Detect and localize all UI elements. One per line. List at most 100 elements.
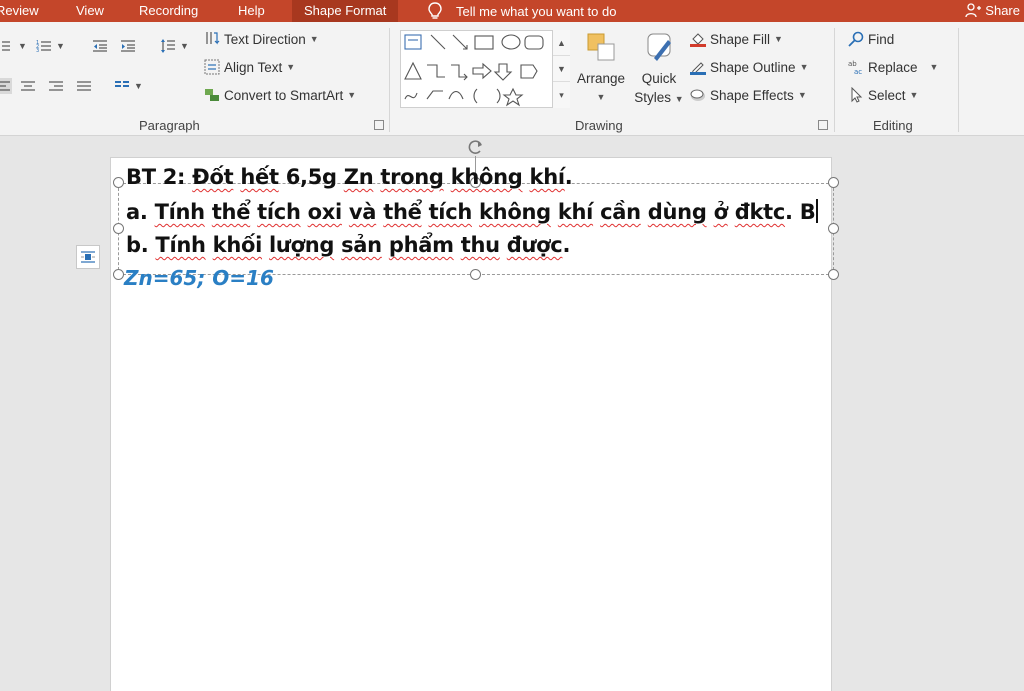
resize-handle-top-left[interactable] <box>113 177 124 188</box>
tell-me-search[interactable]: Tell me what you want to do <box>428 0 616 22</box>
slide-text-line-2[interactable]: a. Tính thể tích oxi và thể tích không k… <box>126 199 819 224</box>
text-direction-label: Text Direction <box>224 31 306 47</box>
columns-button[interactable]: ▼ <box>114 78 143 94</box>
columns-icon <box>115 81 129 87</box>
bullets-button[interactable]: ▼ <box>0 38 27 54</box>
rotate-handle-icon[interactable] <box>466 137 486 157</box>
chevron-down-icon: ▼ <box>774 34 783 44</box>
text-direction-button[interactable]: Text Direction ▼ <box>204 31 319 47</box>
tab-help[interactable]: Help <box>238 3 265 18</box>
editing-group-label: Editing <box>873 118 913 133</box>
chevron-down-icon: ▼ <box>909 90 919 100</box>
align-text-button[interactable]: Align Text ▼ <box>204 59 295 75</box>
justify-icon <box>77 81 91 91</box>
ribbon-tab-bar: Review View Recording Help Shape Format … <box>0 0 1024 22</box>
chevron-down-icon: ▼ <box>309 34 319 44</box>
replace-icon: abac <box>848 60 862 75</box>
tab-shape-format[interactable]: Shape Format <box>292 0 399 22</box>
select-button[interactable]: Select ▼ <box>848 87 918 103</box>
chevron-down-icon: ▼ <box>56 41 65 51</box>
decrease-indent-icon <box>93 40 107 52</box>
resize-handle-bottom-left[interactable] <box>113 269 124 280</box>
align-right-button[interactable] <box>48 78 64 94</box>
increase-indent-icon <box>121 40 135 52</box>
shapes-gallery-icons <box>404 34 544 107</box>
convert-to-smartart-button[interactable]: Convert to SmartArt ▼ <box>204 87 356 103</box>
align-left-button[interactable] <box>0 78 12 94</box>
text-direction-icon <box>206 32 220 45</box>
chevron-down-icon: ▼ <box>674 94 684 104</box>
svg-text:ab: ab <box>848 60 857 68</box>
slide-text-line-1[interactable]: BT 2: Đốt hết 6,5g Zn trong không khí. <box>126 165 573 189</box>
align-center-button[interactable] <box>20 78 36 94</box>
align-text-label: Align Text <box>224 59 283 75</box>
resize-handle-left[interactable] <box>113 223 124 234</box>
find-label: Find <box>868 31 895 47</box>
shape-outline-button[interactable]: Shape Outline ▼ <box>690 59 808 75</box>
chevron-down-icon: ▼ <box>596 92 606 102</box>
drawing-group-label: Drawing <box>575 118 623 133</box>
replace-label: Replace <box>868 59 918 75</box>
share-button[interactable]: Share <box>965 2 1020 18</box>
align-left-icon <box>0 78 12 94</box>
replace-button[interactable]: ab ac Replace ▼ <box>848 59 939 76</box>
resize-handle-top-right[interactable] <box>828 177 839 188</box>
svg-text:3: 3 <box>36 48 39 54</box>
quick-styles-button[interactable]: Quick Styles ▼ <box>632 30 686 109</box>
arrange-button[interactable]: Arrange ▼ <box>574 30 628 107</box>
group-separator <box>958 28 959 132</box>
group-separator <box>389 28 390 132</box>
increase-indent-button[interactable] <box>120 38 136 54</box>
resize-handle-bottom[interactable] <box>470 269 481 280</box>
chevron-down-icon: ▼ <box>18 41 27 51</box>
quick-label: Quick <box>641 71 677 86</box>
select-label: Select <box>868 87 906 103</box>
arrange-label: Arrange <box>576 71 626 86</box>
shape-fill-button[interactable]: Shape Fill ▼ <box>690 31 783 47</box>
cursor-arrow-icon <box>851 87 863 103</box>
chevron-down-icon: ▼ <box>347 90 357 100</box>
chevron-down-icon: ▼ <box>286 62 296 72</box>
slide-text-atomic-masses[interactable]: Zn=65; O=16 <box>124 266 274 290</box>
svg-text:ac: ac <box>854 68 862 75</box>
text-cursor <box>816 199 819 223</box>
smartart-icon <box>205 89 219 101</box>
resize-handle-right[interactable] <box>828 223 839 234</box>
quick-styles-icon <box>647 33 671 61</box>
drawing-dialog-launcher[interactable] <box>818 120 828 130</box>
person-share-icon <box>965 3 982 18</box>
line-spacing-button[interactable]: ▼ <box>160 38 189 54</box>
numbering-icon: 123 <box>36 40 51 54</box>
numbering-button[interactable]: 123 ▼ <box>36 38 65 54</box>
slide-text-line-3[interactable]: b. Tính khối lượng sản phẩm thu được. <box>126 233 570 257</box>
gallery-more-icon[interactable]: ▾ <box>553 82 570 108</box>
shapes-gallery[interactable] <box>400 30 570 108</box>
align-right-icon <box>49 81 63 91</box>
chevron-down-icon: ▼ <box>134 81 143 91</box>
bullets-icon <box>2 41 10 51</box>
shape-effects-icon <box>690 89 705 101</box>
search-icon <box>848 31 864 47</box>
chevron-down-icon: ▼ <box>929 62 939 72</box>
styles-label: Styles ▼ <box>634 90 684 105</box>
chevron-down-icon: ▼ <box>797 90 807 100</box>
chevron-down-icon: ▼ <box>799 62 809 72</box>
lightbulb-icon <box>428 2 442 19</box>
tab-view[interactable]: View <box>76 3 104 18</box>
shape-effects-button[interactable]: Shape Effects ▼ <box>690 87 807 103</box>
group-separator <box>834 28 835 132</box>
tab-recording[interactable]: Recording <box>139 3 198 18</box>
chevron-down-icon[interactable]: ▼ <box>553 56 570 82</box>
text-box-selection[interactable] <box>118 183 834 275</box>
tab-review[interactable]: Review <box>0 3 39 18</box>
layout-options-button[interactable] <box>76 245 100 269</box>
resize-handle-bottom-right[interactable] <box>828 269 839 280</box>
paragraph-dialog-launcher[interactable] <box>374 120 384 130</box>
justify-button[interactable] <box>76 78 92 94</box>
shapes-gallery-scroll[interactable]: ▲ ▼ ▾ <box>552 30 570 108</box>
decrease-indent-button[interactable] <box>92 38 108 54</box>
align-center-icon <box>21 81 35 91</box>
find-button[interactable]: Find <box>848 31 894 47</box>
chevron-up-icon[interactable]: ▲ <box>553 30 570 56</box>
paint-bucket-icon <box>690 33 706 47</box>
